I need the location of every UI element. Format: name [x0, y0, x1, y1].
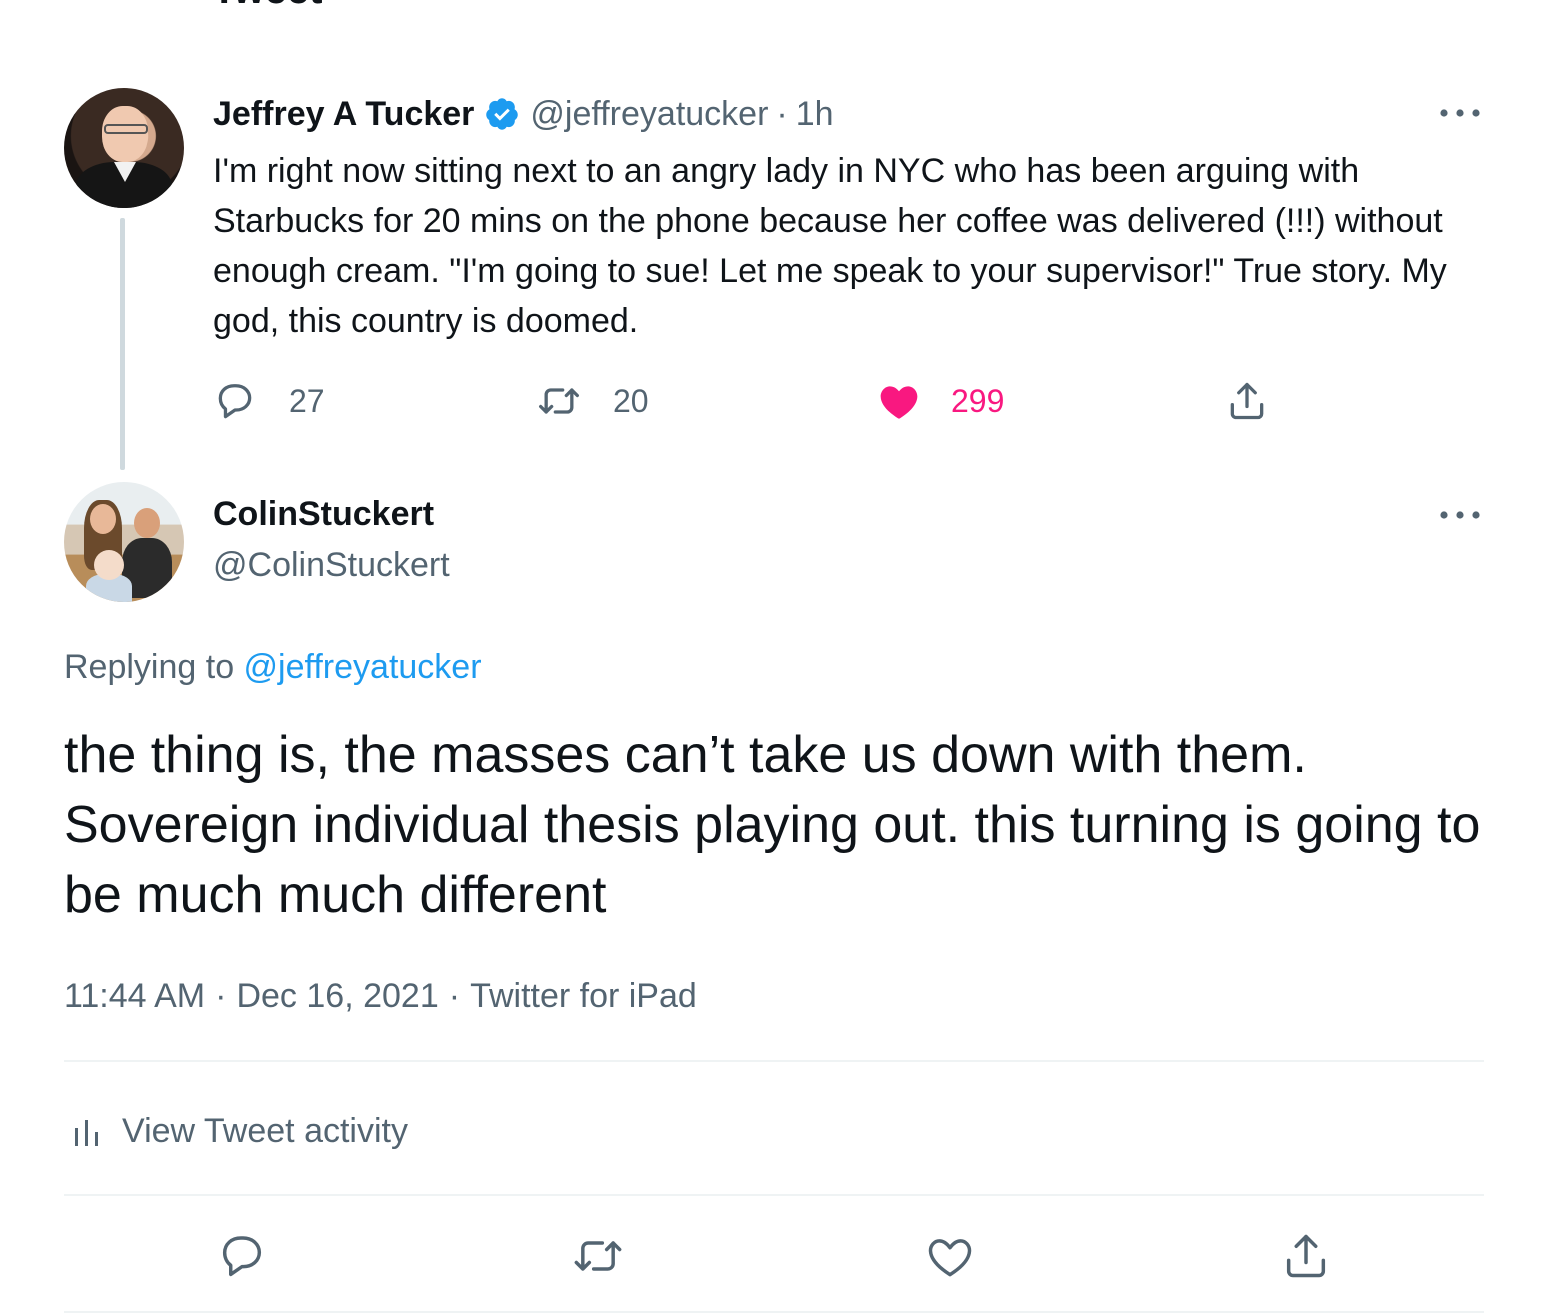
tweet-text: the thing is, the masses can’t take us d…: [64, 726, 1481, 924]
reply-count: 27: [289, 382, 325, 419]
replying-to: Replying to @jeffreyatucker: [64, 646, 482, 688]
heart-icon: [880, 386, 918, 419]
share-icon: [1286, 1234, 1326, 1278]
tweet-time[interactable]: 1h: [796, 95, 834, 134]
like-button[interactable]: 299: [877, 376, 1004, 426]
tweet-actions-bar: [212, 1226, 1332, 1286]
author-name[interactable]: Jeffrey A Tucker: [213, 95, 474, 134]
divider: [64, 1060, 1484, 1062]
page-title: Tweet: [212, 0, 322, 10]
avatar[interactable]: [64, 482, 184, 602]
analytics-icon: [75, 1120, 98, 1146]
like-button[interactable]: [920, 1226, 980, 1286]
reply-button[interactable]: [212, 1226, 272, 1286]
tweet-date[interactable]: Dec 16, 2021: [236, 977, 438, 1015]
reply-icon: [218, 384, 252, 419]
back-arrow-icon[interactable]: [62, 0, 102, 8]
separator: ·: [448, 977, 461, 1015]
divider: [64, 1311, 1484, 1313]
verified-badge-icon: [486, 98, 519, 130]
more-icon[interactable]: [1438, 508, 1482, 522]
replying-prefix: Replying to: [64, 648, 244, 686]
view-tweet-activity-link[interactable]: View Tweet activity: [72, 1108, 408, 1154]
separator: ·: [215, 977, 227, 1015]
tweet-text: I'm right now sitting next to an angry l…: [213, 152, 1447, 340]
reply-button[interactable]: 27: [213, 376, 325, 426]
tweet-source[interactable]: Twitter for iPad: [470, 977, 697, 1015]
author-handle[interactable]: @jeffreyatucker: [530, 95, 768, 134]
retweet-button[interactable]: [568, 1226, 628, 1286]
tweet-metadata: 11:44 AM · Dec 16, 2021 · Twitter for iPad: [64, 974, 697, 1018]
tweet-header: Jeffrey A Tucker @jeffreyatucker · 1h: [213, 92, 834, 136]
reply-icon: [222, 1236, 262, 1277]
view-tweet-activity-label: View Tweet activity: [122, 1111, 408, 1150]
share-button[interactable]: [1225, 376, 1269, 426]
divider: [64, 1194, 1484, 1196]
share-button[interactable]: [1276, 1226, 1336, 1286]
like-count: 299: [951, 382, 1005, 419]
author-name[interactable]: ColinStuckert: [213, 494, 434, 534]
tweet-actions: 27 20 299: [213, 376, 1293, 426]
heart-outline-icon: [928, 1239, 972, 1277]
tweet-timestamp[interactable]: 11:44 AM: [64, 977, 205, 1015]
share-icon: [1230, 382, 1264, 420]
retweet-button[interactable]: 20: [537, 376, 649, 426]
author-handle[interactable]: @ColinStuckert: [213, 544, 450, 586]
retweet-count: 20: [613, 382, 649, 419]
separator: ·: [776, 94, 788, 133]
thread-line: [120, 218, 125, 470]
avatar[interactable]: [64, 88, 184, 208]
retweet-icon: [574, 1241, 622, 1271]
replying-to-link[interactable]: @jeffreyatucker: [244, 648, 482, 686]
more-icon[interactable]: [1438, 106, 1482, 120]
retweet-icon: [539, 388, 579, 414]
